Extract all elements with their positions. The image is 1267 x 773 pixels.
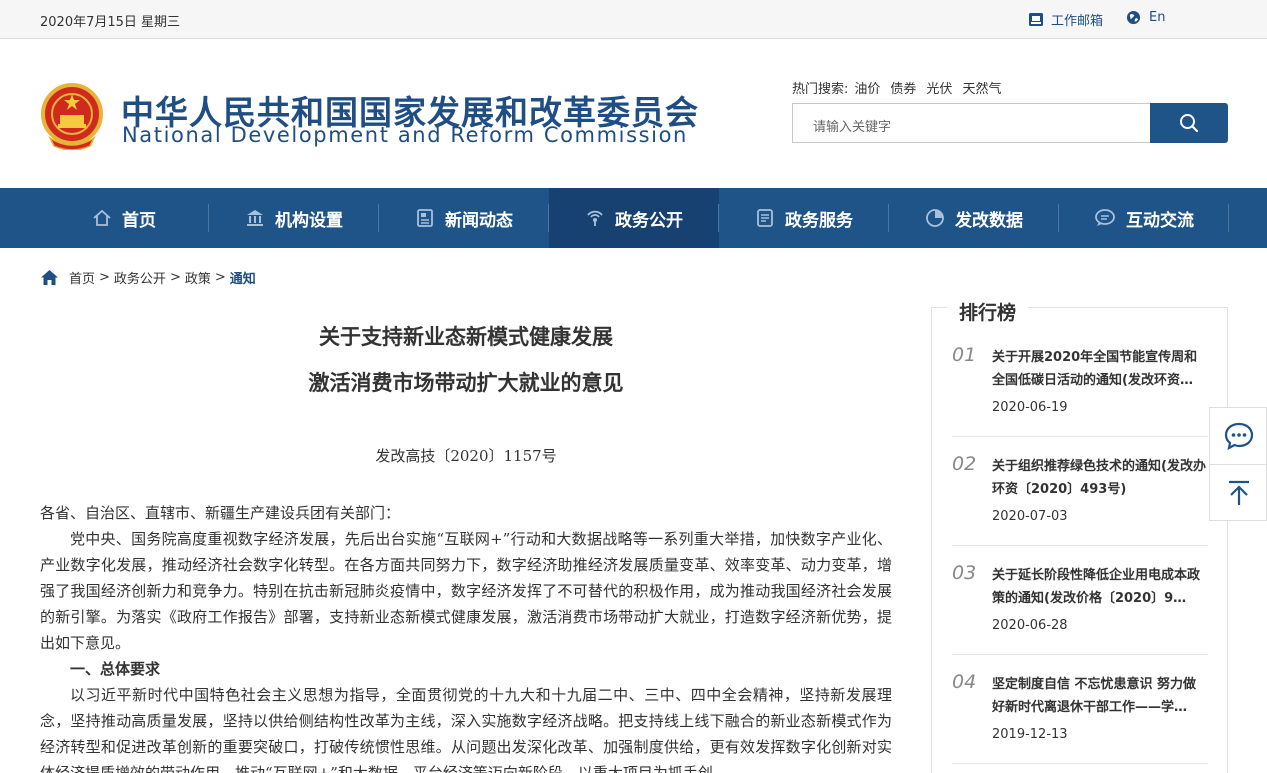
document-number: 发改高技〔2020〕1157号 — [375, 447, 557, 465]
ranking-item-date: 2019-12-13 — [992, 727, 1068, 742]
breadcrumb-separator: > — [99, 270, 110, 285]
nav-interaction-label: 互动交流 — [1126, 210, 1194, 231]
hot-term[interactable]: 天然气 — [962, 78, 1001, 97]
nav-home[interactable]: 首页 — [39, 188, 209, 248]
ranking-title: 排行榜 — [947, 298, 1029, 325]
article-title-line1: 关于支持新业态新模式健康发展 — [319, 325, 613, 349]
ranking-item-title[interactable]: 关于延长阶段性降低企业用电成本政策的通知(发改价格〔2020〕9… — [992, 564, 1208, 610]
hot-term[interactable]: 光伏 — [926, 78, 952, 97]
ranking-item-date: 2020-06-28 — [992, 618, 1068, 633]
article-paragraph: 党中央、国务院高度重视数字经济发展，先后出台实施“互联网+”行动和大数据战略等一… — [40, 530, 892, 652]
globe-icon — [1126, 10, 1141, 25]
news-icon — [417, 209, 433, 227]
breadcrumb-separator: > — [169, 270, 181, 285]
search-input[interactable]: 请输入关键字 — [792, 103, 1150, 143]
top-bar: 2020年7月15日 星期三 工作邮箱 En — [0, 0, 1267, 39]
nav-news[interactable]: 新闻动态 — [379, 188, 549, 248]
article-paragraph: 以习近平新时代中国特色社会主义思想为指导，全面贯彻党的十九大和十九届二中、三中、… — [40, 686, 892, 773]
work-mail-link[interactable]: 工作邮箱 — [1028, 10, 1103, 29]
nav-services-label: 政务服务 — [785, 210, 853, 231]
home-icon — [93, 209, 111, 226]
current-date: 2020年7月15日 星期三 — [40, 15, 181, 30]
article-body: 各省、自治区、直辖市、新疆生产建设兵团有关部门： 党中央、国务院高度重视数字经济… — [40, 500, 892, 773]
back-to-top-icon — [1229, 480, 1249, 505]
breadcrumb-government-affairs[interactable]: 政务公开 — [114, 268, 166, 287]
broadcast-icon — [587, 210, 603, 226]
national-emblem-icon[interactable] — [40, 82, 104, 150]
ranking-divider — [952, 545, 1208, 546]
breadcrumb-separator: > — [214, 270, 226, 285]
nav-data-label: 发改数据 — [955, 210, 1023, 231]
ranking-number: 01 — [952, 344, 977, 366]
breadcrumb: 首页 > 政务公开 > 政策 > 通知 — [40, 268, 256, 287]
ranking-divider — [952, 436, 1208, 437]
institution-icon — [247, 210, 263, 226]
hot-term[interactable]: 债券 — [890, 78, 916, 97]
breadcrumb-home[interactable]: 首页 — [69, 268, 95, 287]
ranking-number: 03 — [952, 562, 977, 584]
main-nav: 首页 机构设置 新闻动态 政务公开 政务服务 发改数据 互动交流 — [0, 188, 1267, 248]
nav-services[interactable]: 政务服务 — [719, 188, 889, 248]
nav-institutions[interactable]: 机构设置 — [209, 188, 379, 248]
ranking-number: 02 — [952, 453, 977, 475]
document-icon — [757, 209, 773, 227]
work-mail-label: 工作邮箱 — [1051, 14, 1104, 29]
ranking-divider — [952, 654, 1208, 655]
hot-search-label: 热门搜索: — [792, 82, 849, 97]
hot-term[interactable]: 油价 — [854, 78, 880, 97]
ranking-item-date: 2020-07-03 — [992, 509, 1068, 524]
nav-institutions-label: 机构设置 — [275, 210, 343, 231]
breadcrumb-policy[interactable]: 政策 — [185, 268, 211, 287]
mail-icon — [1029, 13, 1043, 26]
chat-button[interactable] — [1210, 408, 1267, 465]
search-icon — [1180, 114, 1199, 133]
nav-data[interactable]: 发改数据 — [889, 188, 1059, 248]
english-label: En — [1149, 10, 1166, 25]
breadcrumb-current[interactable]: 通知 — [230, 268, 256, 287]
article-recipients: 各省、自治区、直辖市、新疆生产建设兵团有关部门： — [40, 504, 401, 522]
home-icon[interactable] — [40, 269, 59, 286]
chat-bubble-icon — [1224, 422, 1254, 450]
section-heading: 一、总体要求 — [70, 660, 161, 678]
nav-government-affairs[interactable]: 政务公开 — [549, 188, 719, 248]
ranking-number: 04 — [952, 671, 977, 693]
pie-chart-icon — [926, 209, 944, 227]
back-to-top-button[interactable] — [1210, 465, 1267, 521]
english-link[interactable]: En — [1126, 10, 1165, 25]
ranking-divider — [952, 763, 1208, 764]
nav-divider — [1228, 204, 1229, 232]
ranking-item-date: 2020-06-19 — [992, 400, 1068, 415]
nav-news-label: 新闻动态 — [445, 210, 513, 231]
nav-government-affairs-label: 政务公开 — [615, 210, 683, 231]
chat-icon — [1095, 209, 1115, 226]
floating-toolbar — [1209, 407, 1267, 521]
nav-interaction[interactable]: 互动交流 — [1059, 188, 1229, 248]
ranking-item-title[interactable]: 坚定制度自信 不忘忧患意识 努力做好新时代离退休干部工作——学… — [992, 673, 1208, 719]
org-name-english[interactable]: National Development and Reform Commissi… — [122, 123, 688, 147]
article-title-line2: 激活消费市场带动扩大就业的意见 — [308, 371, 624, 395]
nav-home-label: 首页 — [122, 210, 156, 231]
ranking-item-title[interactable]: 关于开展2020年全国节能宣传周和全国低碳日活动的通知(发改环资… — [992, 346, 1208, 392]
ranking-item-title[interactable]: 关于组织推荐绿色技术的通知(发改办环资〔2020〕493号) — [992, 455, 1208, 501]
hot-search: 热门搜索: 油价 债券 光伏 天然气 — [792, 78, 1011, 97]
search-button[interactable] — [1150, 103, 1228, 143]
